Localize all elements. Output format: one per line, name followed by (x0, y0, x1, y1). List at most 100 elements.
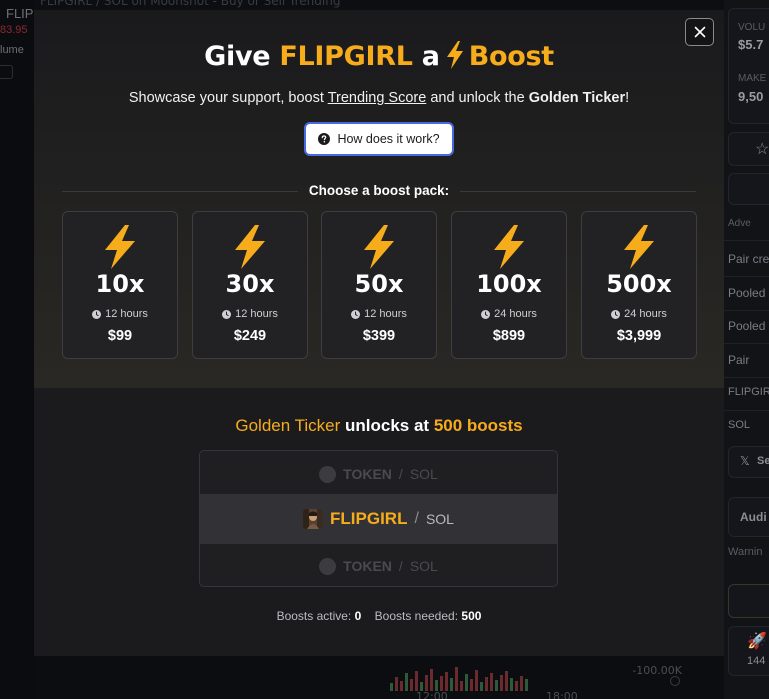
trending-score-link[interactable]: Trending Score (328, 90, 427, 106)
close-icon (694, 26, 705, 38)
background-left-panel: FLIPGIRL/SOL 83.95 lume (0, 0, 34, 699)
clock-icon (222, 309, 232, 319)
bg-warning-label: Warnin (728, 546, 763, 558)
clock-icon (611, 309, 621, 319)
golden-ticker-heading: Golden Ticker unlocks at 500 boosts (34, 416, 724, 436)
bg-info-row: FLIPGIR (728, 386, 769, 398)
boosts-needed-value: 500 (461, 609, 482, 623)
clock-icon (92, 309, 102, 319)
how-does-it-work-button[interactable]: How does it work? (304, 122, 454, 156)
token-placeholder-icon (319, 465, 337, 483)
modal-title: Give FLIPGIRL a Boost (34, 41, 724, 72)
ticker-quote: SOL (425, 511, 454, 527)
bg-separator (724, 240, 769, 241)
bg-audit-label: Audi (740, 510, 767, 524)
bg-pair-price: 83.95 (0, 24, 28, 36)
ticker-token: TOKEN (343, 558, 392, 574)
bg-info-row: Pooled (728, 286, 766, 300)
bg-time-label: 12:00 (416, 690, 448, 699)
ticker-slash: / (398, 466, 403, 482)
bg-separator (724, 310, 769, 311)
boost-pack-100x[interactable]: 100x 24 hours $899 (451, 211, 567, 359)
pack-heading: Choose a boost pack: (308, 183, 450, 198)
bg-separator (724, 377, 769, 378)
bg-candle (500, 675, 503, 691)
bg-candle (445, 672, 448, 691)
pack-duration-text: 24 hours (494, 308, 537, 320)
bg-audit-card: Audi (728, 497, 769, 537)
rocket-icon: 🚀 (747, 633, 767, 650)
bg-time-label: 18:00 (546, 690, 578, 699)
pack-duration: 24 hours (452, 308, 566, 320)
boost-modal: Give FLIPGIRL a Boost Showcase your supp… (34, 10, 724, 656)
pack-duration: 12 hours (193, 308, 307, 320)
bg-pair-symbol: FLIPGIRL/SOL (6, 6, 34, 21)
ticker-token: FLIPGIRL (330, 509, 408, 528)
bg-candle (520, 676, 523, 691)
ticker-token: TOKEN (343, 466, 392, 482)
bg-candle (510, 678, 513, 691)
pack-price: $99 (107, 328, 133, 344)
bg-info-row: Pooled (728, 319, 766, 333)
bg-share-label: Se (757, 455, 769, 467)
pack-duration-text: 24 hours (624, 308, 667, 320)
bg-advertise-label: Adve (728, 218, 751, 229)
lightning-bolt-icon (624, 225, 654, 269)
bg-separator (724, 410, 769, 411)
bg-bottom-value: 144 (747, 655, 766, 667)
bg-candle (475, 670, 478, 691)
subtitle-part2: and unlock the (430, 90, 525, 106)
pack-duration-text: 12 hours (105, 308, 148, 320)
bg-candle (470, 679, 473, 691)
lightning-bolt-icon (235, 225, 265, 269)
pack-multiplier: 100x (476, 270, 542, 298)
boost-pack-50x[interactable]: 50x 12 hours $399 (321, 211, 437, 359)
bg-candle (460, 681, 463, 691)
bg-bottom-card: 🚀 144 (728, 626, 769, 676)
bg-separator (724, 276, 769, 277)
golden-ticker-preview: TOKEN / SOL FLIPGIRL / SOL TOKEN / SOL (199, 450, 558, 587)
bg-candle (525, 679, 528, 691)
pack-price: $249 (233, 328, 267, 344)
golden-unlocks-at: unlocks at (344, 416, 430, 435)
bg-volume-label: lume (0, 44, 24, 56)
bg-mini-button (0, 65, 13, 79)
background-chart-strip: 12:00 18:00 -100.00K (34, 656, 724, 699)
modal-subtitle: Showcase your support, boost Trending Sc… (34, 90, 724, 106)
bg-info-row: SOL (728, 419, 751, 431)
pack-multiplier: 30x (225, 270, 275, 298)
bg-candle (480, 682, 483, 691)
bg-candle (440, 676, 443, 691)
title-boost-word: Boost (468, 41, 554, 72)
title-prefix: Give (204, 41, 271, 72)
bg-candle (505, 671, 508, 691)
bg-candle (410, 679, 413, 691)
bg-volume-label: VOLU (738, 22, 766, 33)
pack-duration: 24 hours (582, 308, 696, 320)
boost-pack-10x[interactable]: 10x 12 hours $99 (62, 211, 178, 359)
bg-share-button: 𝕏 Se (728, 446, 769, 478)
bg-candle (395, 677, 398, 691)
bg-axis-dot (670, 676, 680, 686)
pack-price: $899 (492, 328, 526, 344)
pack-multiplier: 50x (354, 270, 404, 298)
lightning-bolt-icon (364, 225, 394, 269)
ticker-quote: SOL (409, 466, 438, 482)
boost-pack-30x[interactable]: 30x 12 hours $249 (192, 211, 308, 359)
boosts-needed-label: Boosts needed: (374, 609, 459, 623)
subtitle-end: ! (625, 90, 630, 106)
how-button-label: How does it work? (337, 132, 440, 146)
bg-watch-card: ☆ (728, 132, 769, 166)
bg-volume-value: $5.7 (738, 37, 764, 52)
pack-duration-text: 12 hours (364, 308, 407, 320)
boost-pack-500x[interactable]: 500x 24 hours $3,999 (581, 211, 697, 359)
subtitle-golden-ticker: Golden Ticker (528, 90, 626, 106)
bg-candle (485, 677, 488, 691)
bg-empty-card (728, 173, 769, 205)
pack-duration-text: 12 hours (235, 308, 278, 320)
boost-pack-list: 10x 12 hours $99 30x 12 hours $249 50x 1… (62, 211, 697, 359)
question-circle-icon (318, 133, 331, 145)
bg-candle (430, 669, 433, 691)
ticker-quote: SOL (409, 558, 438, 574)
clock-icon (351, 309, 361, 319)
